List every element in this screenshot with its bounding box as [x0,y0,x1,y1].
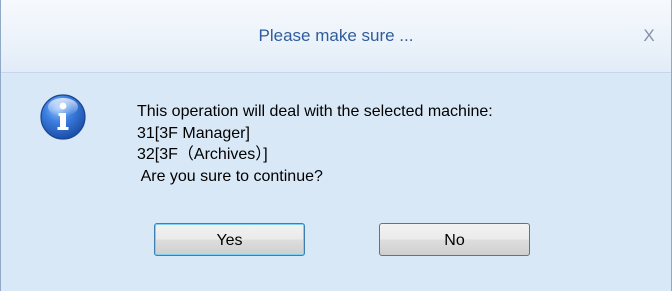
message-line: This operation will deal with the select… [137,103,493,120]
information-icon [40,94,86,140]
dialog-titlebar[interactable]: Please make sure ... X [1,0,671,73]
yes-button[interactable]: Yes [154,223,305,256]
confirmation-dialog: Please make sure ... X This operation wi… [0,0,672,291]
no-button[interactable]: No [379,223,530,256]
message-line: 31[3F Manager] [137,124,250,142]
dialog-message: This operation will deal with the select… [137,101,637,187]
message-line: 32[3F（Archives）] [137,146,268,163]
close-button[interactable]: X [637,24,661,48]
dialog-title: Please make sure ... [258,26,414,45]
dialog-body: This operation will deal with the select… [1,73,671,291]
message-line: Are you sure to continue? [137,167,323,185]
